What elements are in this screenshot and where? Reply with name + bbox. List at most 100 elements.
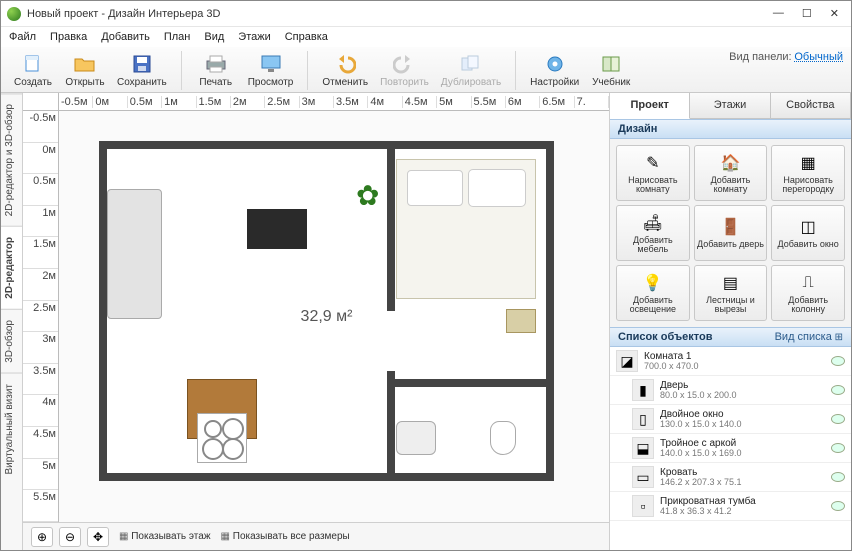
redo-button[interactable]: Повторить [376,51,433,90]
minimize-button[interactable]: — [773,7,784,20]
tab-virtual-visit[interactable]: Виртуальный визит [1,373,22,485]
view-button[interactable]: Просмотр [244,51,298,90]
statusbar: ⊕ ⊖ ✥ Показывать этаж Показывать все раз… [23,522,609,550]
object-thumb-icon: ▫ [632,495,654,517]
object-list-item[interactable]: ▫Прикроватная тумба41.8 x 36.3 x 41.2 [610,492,851,521]
tab-project[interactable]: Проект [610,93,690,119]
menu-view[interactable]: Вид [204,31,224,43]
right-panel: Проект Этажи Свойства Дизайн ✎Нарисовать… [609,93,851,550]
interior-wall[interactable] [387,379,554,387]
titlebar: Новый проект - Дизайн Интерьера 3D — ☐ ✕ [1,1,851,27]
undo-icon [333,53,357,75]
design-button-5[interactable]: ◫Добавить окно [771,205,845,261]
print-button[interactable]: Печать [192,51,240,90]
save-button[interactable]: Сохранить [113,51,171,90]
book-icon [599,53,623,75]
design-icon: ✎ [642,152,664,174]
panel-mode-label: Вид панели: Обычный [729,51,843,63]
toolbar: Создать Открыть Сохранить Печать Просмот… [1,47,851,93]
pan-tool-button[interactable]: ✥ [87,527,109,547]
interior-wall[interactable] [387,371,395,481]
menu-file[interactable]: Файл [9,31,36,43]
undo-button[interactable]: Отменить [318,51,372,90]
menu-floors[interactable]: Этажи [238,31,270,43]
design-button-4[interactable]: 🚪Добавить дверь [694,205,768,261]
design-button-7[interactable]: ▤Лестницы и вырезы [694,265,768,321]
menu-edit[interactable]: Правка [50,31,87,43]
create-button[interactable]: Создать [9,51,57,90]
floorplan-canvas[interactable]: 32,9 м² [59,111,609,522]
tab-floors[interactable]: Этажи [690,93,770,118]
design-button-1[interactable]: 🏠Добавить комнату [694,145,768,201]
tab-3d-view[interactable]: 3D-обзор [1,309,22,373]
design-icon: ◫ [797,216,819,238]
gear-icon [543,53,567,75]
open-button[interactable]: Открыть [61,51,109,90]
duplicate-button[interactable]: Дублировать [437,51,505,90]
menu-help[interactable]: Справка [285,31,328,43]
zoom-in-button[interactable]: ⊕ [31,527,53,547]
object-list-item[interactable]: ▮Дверь80.0 x 15.0 x 200.0 [610,376,851,405]
menu-plan[interactable]: План [164,31,191,43]
furniture-bed[interactable] [396,159,536,299]
object-thumb-icon: ▯ [632,408,654,430]
duplicate-icon [459,53,483,75]
list-view-toggle[interactable]: Вид списка ⊞ [775,331,843,343]
tab-2d-3d-combo[interactable]: 2D-редактор и 3D-обзор [1,93,22,226]
design-icon: 🏠 [719,152,741,174]
window-title: Новый проект - Дизайн Интерьера 3D [27,8,220,20]
menubar: Файл Правка Добавить План Вид Этажи Спра… [1,27,851,47]
design-icon: 🚪 [719,216,741,238]
visibility-eye-icon[interactable] [831,443,845,453]
design-button-3[interactable]: 🛋Добавить мебель [616,205,690,261]
zoom-out-button[interactable]: ⊖ [59,527,81,547]
object-list-item[interactable]: ▭Кровать146.2 x 207.3 x 75.1 [610,463,851,492]
show-all-sizes-toggle[interactable]: Показывать все размеры [221,531,350,542]
tab-2d-editor[interactable]: 2D-редактор [1,226,22,309]
show-floor-toggle[interactable]: Показывать этаж [119,531,211,542]
ruler-vertical: -0.5м0м0.5м1м1.5м2м2.5м3м3.5м4м4.5м5м5.5… [23,111,59,522]
furniture-nightstand[interactable] [506,309,536,333]
furniture-sofa[interactable] [107,189,162,319]
design-icon: ⎍ [797,272,819,294]
furniture-plant[interactable] [352,179,392,219]
tab-properties[interactable]: Свойства [771,93,851,118]
printer-icon [204,53,228,75]
furniture-sink[interactable] [396,421,436,455]
design-icon: ▦ [797,152,819,174]
design-button-2[interactable]: ▦Нарисовать перегородку [771,145,845,201]
design-button-6[interactable]: 💡Добавить освещение [616,265,690,321]
new-file-icon [21,53,45,75]
furniture-toilet[interactable] [490,421,516,455]
panel-mode-value[interactable]: Обычный [794,51,843,63]
design-button-8[interactable]: ⎍Добавить колонну [771,265,845,321]
object-thumb-icon: ◪ [616,350,638,372]
visibility-eye-icon[interactable] [831,472,845,482]
monitor-icon [259,53,283,75]
room-outline[interactable]: 32,9 м² [99,141,554,481]
visibility-eye-icon[interactable] [831,414,845,424]
object-list-item[interactable]: ⬓Тройное с аркой140.0 x 15.0 x 169.0 [610,434,851,463]
close-button[interactable]: ✕ [830,7,839,20]
visibility-eye-icon[interactable] [831,501,845,511]
menu-add[interactable]: Добавить [101,31,150,43]
maximize-button[interactable]: ☐ [802,7,812,20]
object-list-item[interactable]: ▯Двойное окно130.0 x 15.0 x 140.0 [610,405,851,434]
ruler-horizontal: -0.5м0м0.5м1м1.5м2м2.5м3м3.5м4м4.5м5м5.5… [23,93,609,111]
design-button-0[interactable]: ✎Нарисовать комнату [616,145,690,201]
redo-icon [392,53,416,75]
furniture-stove[interactable] [197,413,247,463]
tutorial-button[interactable]: Учебник [587,51,635,90]
design-section-header: Дизайн [610,119,851,139]
left-tab-strip: 2D-редактор и 3D-обзор 2D-редактор 3D-об… [1,93,23,550]
object-list-item[interactable]: ◪Комната 1700.0 x 470.0 [610,347,851,376]
object-thumb-icon: ⬓ [632,437,654,459]
settings-button[interactable]: Настройки [526,51,583,90]
design-icon: 🛋 [642,212,664,234]
furniture-tv[interactable] [247,209,307,249]
interior-wall[interactable] [387,141,395,311]
object-thumb-icon: ▮ [632,379,654,401]
visibility-eye-icon[interactable] [831,356,845,366]
object-thumb-icon: ▭ [632,466,654,488]
visibility-eye-icon[interactable] [831,385,845,395]
